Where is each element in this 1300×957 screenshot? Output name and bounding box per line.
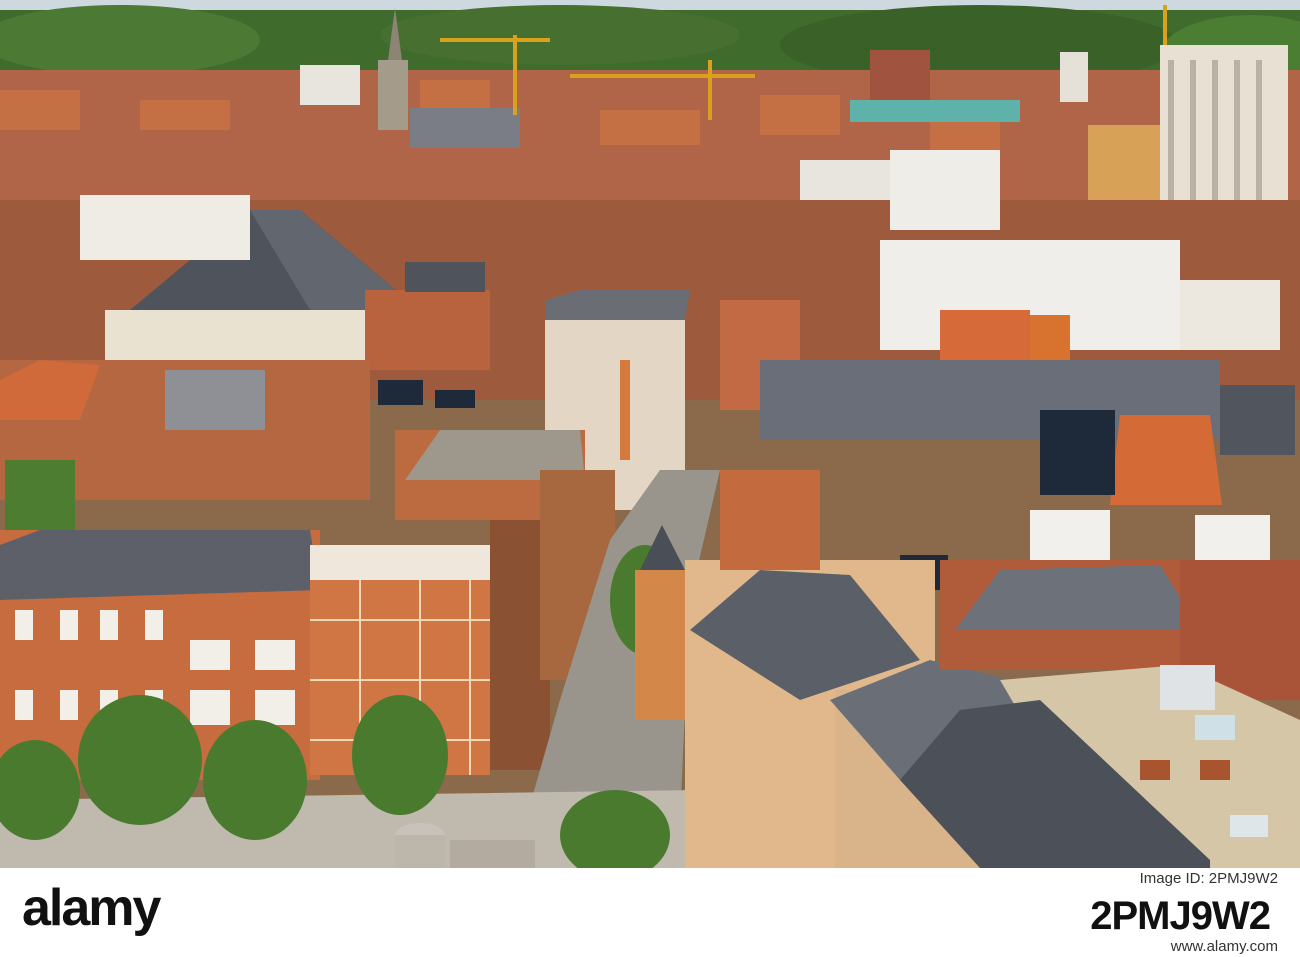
logo-text: alamy — [22, 879, 161, 937]
footer-bar: alamy Image ID: 2PMJ9W2 2PMJ9W2 www.alam… — [0, 868, 1300, 957]
stock-photo — [0, 0, 1300, 868]
image-id-label: Image ID: 2PMJ9W2 — [1139, 870, 1278, 887]
aerial-city-photo — [0, 0, 1300, 868]
alamy-logo: alamy — [22, 879, 161, 937]
image-code: 2PMJ9W2 — [1090, 894, 1271, 938]
site-url: www.alamy.com — [1170, 938, 1278, 955]
